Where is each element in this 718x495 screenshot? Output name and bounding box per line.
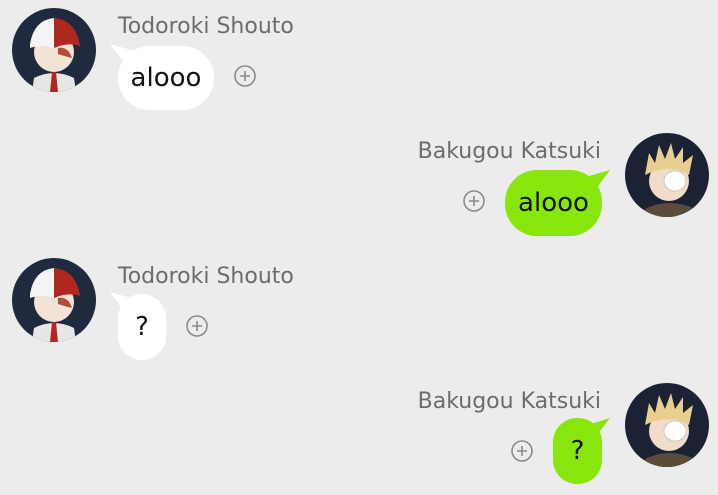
plus-circle-icon[interactable]: [463, 190, 485, 212]
plus-circle-icon[interactable]: [186, 315, 208, 337]
message-bubble[interactable]: alooo: [118, 46, 214, 110]
todoroki-avatar[interactable]: [12, 8, 96, 92]
bakugou-avatar[interactable]: [625, 383, 709, 467]
message-bubble[interactable]: alooo: [505, 170, 602, 236]
message-bubble[interactable]: ?: [118, 294, 166, 360]
plus-circle-icon[interactable]: [234, 65, 256, 87]
sender-name: Bakugou Katsuki: [417, 389, 601, 414]
sender-name: Todoroki Shouto: [118, 14, 294, 39]
message-text: ?: [135, 312, 149, 342]
bakugou-avatar[interactable]: [625, 133, 709, 217]
message-text: alooo: [518, 188, 589, 218]
todoroki-avatar[interactable]: [12, 258, 96, 342]
message-text: alooo: [130, 63, 202, 93]
message-bubble[interactable]: ?: [553, 418, 602, 484]
sender-name: Bakugou Katsuki: [417, 139, 601, 164]
plus-circle-icon[interactable]: [511, 440, 533, 462]
message-text: ?: [570, 436, 585, 466]
sender-name: Todoroki Shouto: [118, 264, 294, 289]
